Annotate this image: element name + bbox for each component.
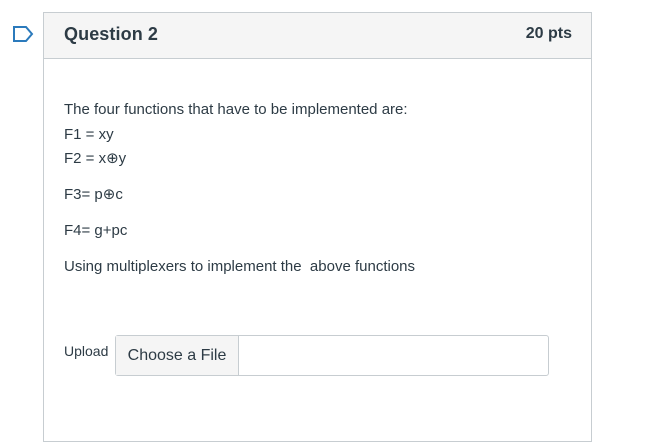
question-line: F4= g+pc [64,222,128,239]
question-card: Question 2 20 pts The four functions tha… [43,12,592,442]
question-header: Question 2 20 pts [44,13,591,59]
question-line: F3= p⊕c [64,186,123,203]
question-title: Question 2 [64,24,159,44]
question-line: Using multiplexers to implement the abov… [64,258,416,275]
question-line: F2 = x⊕y [64,150,127,167]
question-line: F1 = xy [64,126,114,143]
upload-label: Upload [64,343,109,359]
question-line: The four functions that have to be imple… [64,101,408,118]
flag-question-icon[interactable] [12,24,34,44]
file-upload-input[interactable]: Choose a File [115,335,549,376]
choose-file-button[interactable]: Choose a File [116,336,239,375]
question-points: 20 pts [525,25,572,42]
